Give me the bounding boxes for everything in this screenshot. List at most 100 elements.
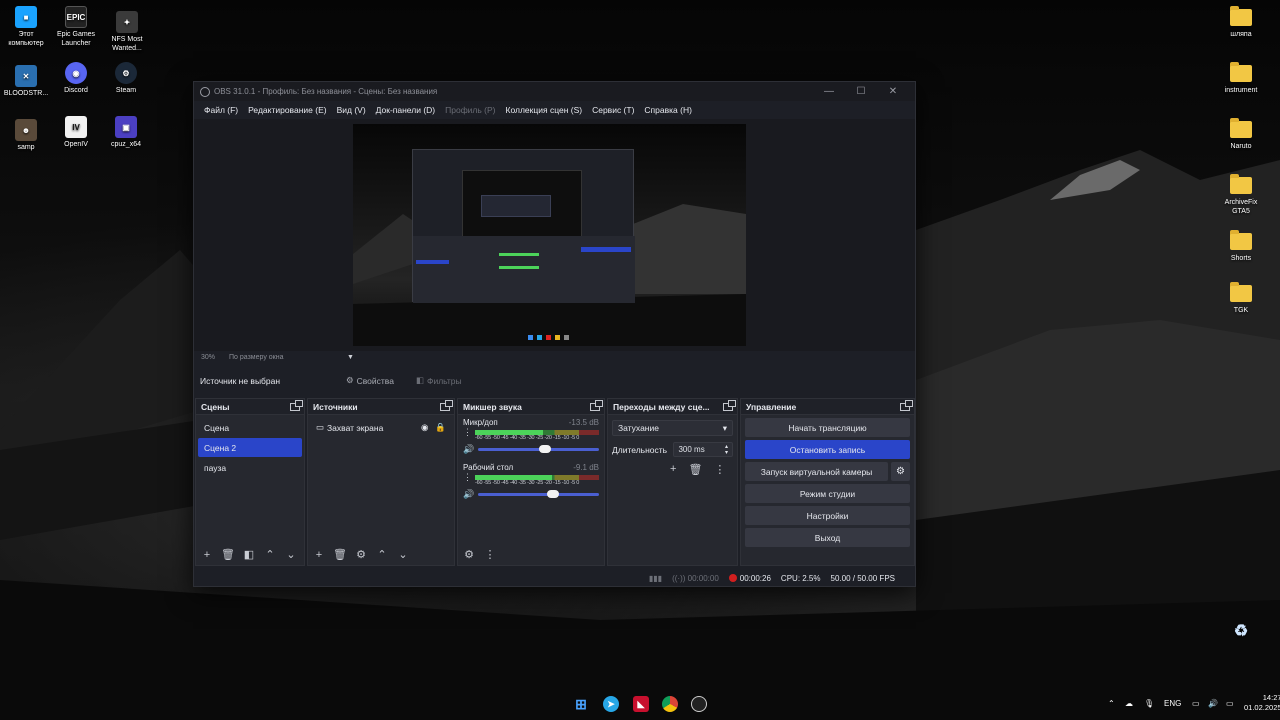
volume-slider[interactable] (478, 445, 599, 453)
desktop-folder[interactable]: шляпа (1215, 6, 1267, 39)
nfs-icon: ✦ (116, 11, 138, 33)
transition-select[interactable]: Затухание ▾ (612, 420, 733, 436)
desktop-icon-nfs[interactable]: ✦ NFS Most Wanted... (101, 11, 153, 53)
zoom-mode[interactable]: По размеру окна (229, 354, 347, 361)
chevron-down-icon[interactable]: ▼ (347, 354, 354, 361)
desktop-icon-discord[interactable]: ◉ Discord (50, 62, 102, 95)
scenes-toolbar: + 🗑 ◧ ⌃ ⌄ (196, 544, 304, 565)
filter-icon: ◧ (415, 375, 424, 385)
duration-stepper[interactable]: 300 ms ▴ ▾ (673, 442, 733, 457)
windows-start-icon[interactable]: ⊞ (573, 696, 589, 712)
virtual-camera-button[interactable]: Запуск виртуальной камеры (745, 462, 888, 481)
clock[interactable]: 14:27 01.02.2025 (1244, 693, 1280, 713)
preview-canvas[interactable] (353, 124, 746, 346)
speaker-icon[interactable]: 🔊 (463, 444, 474, 455)
more-vertical-icon[interactable]: ⋮ (463, 473, 472, 482)
network-icon: ▮▮▮ (648, 573, 663, 583)
window-titlebar[interactable]: OBS 31.0.1 - Профиль: Без названия - Сце… (194, 82, 915, 101)
undock-icon[interactable] (723, 399, 736, 411)
arrow-up-icon[interactable]: ⌃ (375, 548, 389, 561)
desktop-icon-steam[interactable]: ⚙ Steam (100, 62, 152, 95)
language-indicator[interactable]: ENG (1164, 699, 1181, 708)
mixer-channel-desktop: Рабочий стол -9.1 dB ⋮ -60 -55 -50 -45 -… (458, 460, 604, 500)
scene-item-selected[interactable]: Сцена 2 (198, 438, 302, 457)
more-vertical-icon[interactable]: ⋮ (463, 428, 472, 437)
menu-help[interactable]: Справка (H) (639, 105, 697, 115)
trash-icon[interactable]: 🗑 (688, 463, 702, 476)
filter-icon[interactable]: ◧ (242, 548, 256, 561)
advanced-audio-icon[interactable]: ⚙ (462, 548, 476, 561)
volume-icon[interactable]: 🔊 (1208, 699, 1218, 708)
menu-file[interactable]: Файл (F) (199, 105, 243, 115)
chevron-up-icon[interactable]: ⌃ (1108, 699, 1115, 708)
undock-icon[interactable] (290, 399, 303, 411)
desktop-icon-openiv[interactable]: IV OpenIV (50, 116, 102, 149)
maximize-icon[interactable]: ☐ (845, 86, 877, 97)
desktop-folder[interactable]: Shorts (1215, 230, 1267, 263)
filters-button[interactable]: ◧ Фильтры (410, 373, 468, 388)
cloud-sync-icon[interactable]: ☁ (1125, 699, 1133, 708)
desktop-folder[interactable]: ArchiveFix GTA5 (1215, 174, 1267, 216)
amd-icon[interactable]: ◣ (633, 696, 649, 712)
start-stream-button[interactable]: Начать трансляцию (745, 418, 910, 437)
microphone-icon[interactable]: 🎙 (1144, 699, 1154, 708)
properties-button[interactable]: ⚙ Свойства (340, 373, 400, 388)
channel-db: -9.1 dB (573, 463, 599, 472)
obs-icon[interactable] (691, 696, 707, 712)
trash-icon[interactable]: 🗑 (333, 548, 347, 561)
desktop-icon-epic-games[interactable]: EPIC Epic Games Launcher (50, 6, 102, 48)
eye-icon[interactable]: ◉ (421, 422, 428, 433)
trash-icon[interactable]: 🗑 (221, 548, 235, 561)
add-icon[interactable]: + (200, 549, 214, 561)
exit-button[interactable]: Выход (745, 528, 910, 547)
more-vertical-icon[interactable]: ⋮ (483, 548, 497, 561)
scene-item[interactable]: Сцена (198, 418, 302, 437)
volume-slider[interactable] (478, 490, 599, 498)
display-icon[interactable]: ▭ (1192, 699, 1200, 708)
desktop-icon-samp[interactable]: ☻ samp (0, 119, 52, 152)
menu-tools[interactable]: Сервис (T) (587, 105, 639, 115)
channel-name: Рабочий стол (463, 463, 514, 472)
more-vertical-icon[interactable]: ⋮ (714, 463, 725, 476)
settings-button[interactable]: Настройки (745, 506, 910, 525)
menu-scene-collection[interactable]: Коллекция сцен (S) (501, 105, 588, 115)
undock-icon[interactable] (900, 399, 913, 411)
speaker-icon[interactable]: 🔊 (463, 489, 474, 500)
chrome-icon[interactable] (662, 696, 678, 712)
mixer-channel-mic: Микр/доп -13.5 dB ⋮ -60 -55 -50 -45 -40 … (458, 415, 604, 455)
menu-edit[interactable]: Редактирование (E) (243, 105, 331, 115)
menu-view[interactable]: Вид (V) (332, 105, 371, 115)
menu-docks[interactable]: Док-панели (D) (371, 105, 440, 115)
desktop-folder[interactable]: Naruto (1215, 118, 1267, 151)
desktop-icon-bloodstrike[interactable]: ✕ BLOODSTR... (0, 65, 52, 98)
desktop-folder[interactable]: TGK (1215, 282, 1267, 315)
computer-icon: ■ (15, 6, 37, 28)
gear-icon[interactable]: ⚙ (354, 548, 368, 561)
arrow-up-icon[interactable]: ⌃ (263, 548, 277, 561)
lock-icon[interactable]: 🔒 (435, 422, 446, 433)
controls-dock: Управление Начать трансляцию Остановить … (740, 398, 915, 566)
undock-icon[interactable] (440, 399, 453, 411)
desktop-recycle-bin[interactable]: ♻ (1215, 620, 1267, 644)
desktop-folder[interactable]: instrument (1215, 62, 1267, 95)
desktop-icon-this-pc[interactable]: ■ Этот компьютер (0, 6, 52, 48)
stop-record-button[interactable]: Остановить запись (745, 440, 910, 459)
preview-area[interactable] (194, 119, 915, 351)
desktop-icon-cpuz[interactable]: ▣ cpuz_x64 (100, 116, 152, 149)
arrow-down-icon[interactable]: ⌄ (284, 548, 298, 561)
scene-item[interactable]: пауза (198, 458, 302, 477)
studio-mode-button[interactable]: Режим студии (745, 484, 910, 503)
undock-icon[interactable] (590, 399, 603, 411)
battery-icon[interactable]: ▭ (1226, 699, 1234, 708)
minimize-icon[interactable]: — (813, 86, 845, 97)
add-icon[interactable]: + (670, 463, 676, 476)
close-icon[interactable]: ✕ (877, 86, 909, 97)
arrow-down-icon[interactable]: ⌄ (396, 548, 410, 561)
gear-icon[interactable]: ⚙ (891, 462, 910, 481)
add-icon[interactable]: + (312, 549, 326, 561)
menu-profile[interactable]: Профиль (P) (440, 105, 500, 115)
telegram-icon[interactable]: ➤ (603, 696, 619, 712)
stepper-arrows-icon[interactable]: ▴ ▾ (725, 444, 728, 456)
source-item[interactable]: ▭ Захват экрана ◉ 🔒 (310, 418, 452, 437)
cpuz-icon: ▣ (115, 116, 137, 138)
